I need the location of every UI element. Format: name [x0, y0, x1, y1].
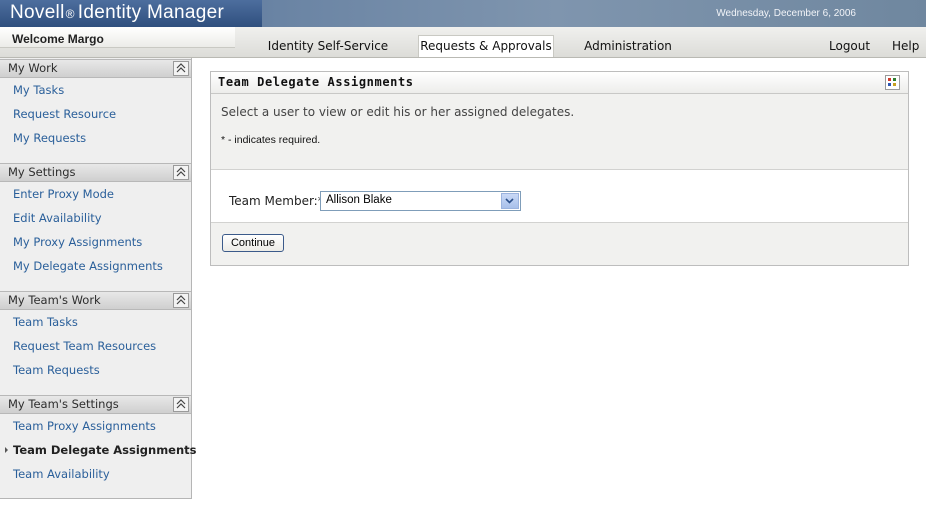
- brand-area: Novell® Identity Manager: [0, 0, 262, 27]
- collapse-icon[interactable]: [173, 165, 189, 180]
- collapse-icon[interactable]: [173, 293, 189, 308]
- sidebar-item-enter-proxy-mode[interactable]: Enter Proxy Mode: [13, 187, 114, 201]
- tab-identity-self-service[interactable]: Identity Self-Service: [264, 36, 392, 57]
- tab-requests-approvals[interactable]: Requests & Approvals: [418, 35, 554, 57]
- instruction-text: Select a user to view or edit his or her…: [221, 105, 575, 119]
- help-link[interactable]: Help: [892, 36, 919, 57]
- product-name: Identity Manager: [77, 2, 225, 23]
- divider: [211, 222, 908, 223]
- sidebar-item-team-proxy-assignments[interactable]: Team Proxy Assignments: [13, 419, 156, 433]
- help-icon[interactable]: [885, 75, 900, 90]
- team-delegate-assignments-panel: Team Delegate Assignments Select a user …: [210, 71, 909, 266]
- top-banner: Novell® Identity Manager Wednesday, Decem…: [0, 0, 926, 27]
- sidebar-section-my-settings: My Settings: [0, 163, 191, 182]
- registered-mark: ®: [65, 7, 75, 21]
- panel-title: Team Delegate Assignments: [218, 75, 414, 89]
- collapse-icon[interactable]: [173, 61, 189, 76]
- section-title: My Work: [8, 61, 58, 75]
- product-logo: Novell® Identity Manager: [10, 2, 224, 24]
- sidebar-item-team-availability[interactable]: Team Availability: [13, 467, 110, 481]
- collapse-icon[interactable]: [173, 397, 189, 412]
- section-title: My Team's Work: [8, 293, 101, 307]
- sidebar-section-my-teams-settings: My Team's Settings: [0, 395, 191, 414]
- sidebar-section-my-teams-work: My Team's Work: [0, 291, 191, 310]
- required-note: * - indicates required.: [221, 134, 321, 146]
- current-item-marker: [5, 447, 8, 453]
- sidebar-section-my-work: My Work: [0, 59, 191, 78]
- sidebar-item-my-tasks[interactable]: My Tasks: [13, 83, 64, 97]
- sidebar-item-team-delegate-assignments[interactable]: Team Delegate Assignments: [13, 443, 197, 457]
- team-member-value: Allison Blake: [326, 194, 392, 206]
- section-title: My Team's Settings: [8, 397, 119, 411]
- team-member-select[interactable]: Allison Blake: [320, 191, 521, 211]
- brand-name: Novell: [10, 2, 65, 23]
- sidebar-item-my-proxy-assignments[interactable]: My Proxy Assignments: [13, 235, 142, 249]
- sidebar-item-request-team-resources[interactable]: Request Team Resources: [13, 339, 156, 353]
- team-member-label: Team Member:*: [229, 194, 324, 208]
- panel-header: Team Delegate Assignments: [211, 72, 908, 94]
- sidebar-item-edit-availability[interactable]: Edit Availability: [13, 211, 102, 225]
- sidebar-item-team-requests[interactable]: Team Requests: [13, 363, 100, 377]
- sidebar-item-my-requests[interactable]: My Requests: [13, 131, 86, 145]
- header-bar: Welcome Margo Identity Self-Service Requ…: [0, 27, 926, 58]
- section-title: My Settings: [8, 165, 76, 179]
- welcome-text: Welcome Margo: [12, 32, 104, 46]
- sidebar-item-team-tasks[interactable]: Team Tasks: [13, 315, 78, 329]
- sidebar-item-request-resource[interactable]: Request Resource: [13, 107, 116, 121]
- sidebar: My Work My Tasks Request Resource My Req…: [0, 58, 197, 499]
- form-area: Team Member:* Allison Blake: [211, 170, 908, 222]
- current-date: Wednesday, December 6, 2006: [716, 8, 856, 19]
- chevron-down-icon[interactable]: [501, 193, 519, 209]
- sidebar-item-my-delegate-assignments[interactable]: My Delegate Assignments: [13, 259, 163, 273]
- logout-link[interactable]: Logout: [829, 36, 870, 57]
- tab-administration[interactable]: Administration: [578, 36, 678, 57]
- continue-button[interactable]: Continue: [222, 234, 284, 252]
